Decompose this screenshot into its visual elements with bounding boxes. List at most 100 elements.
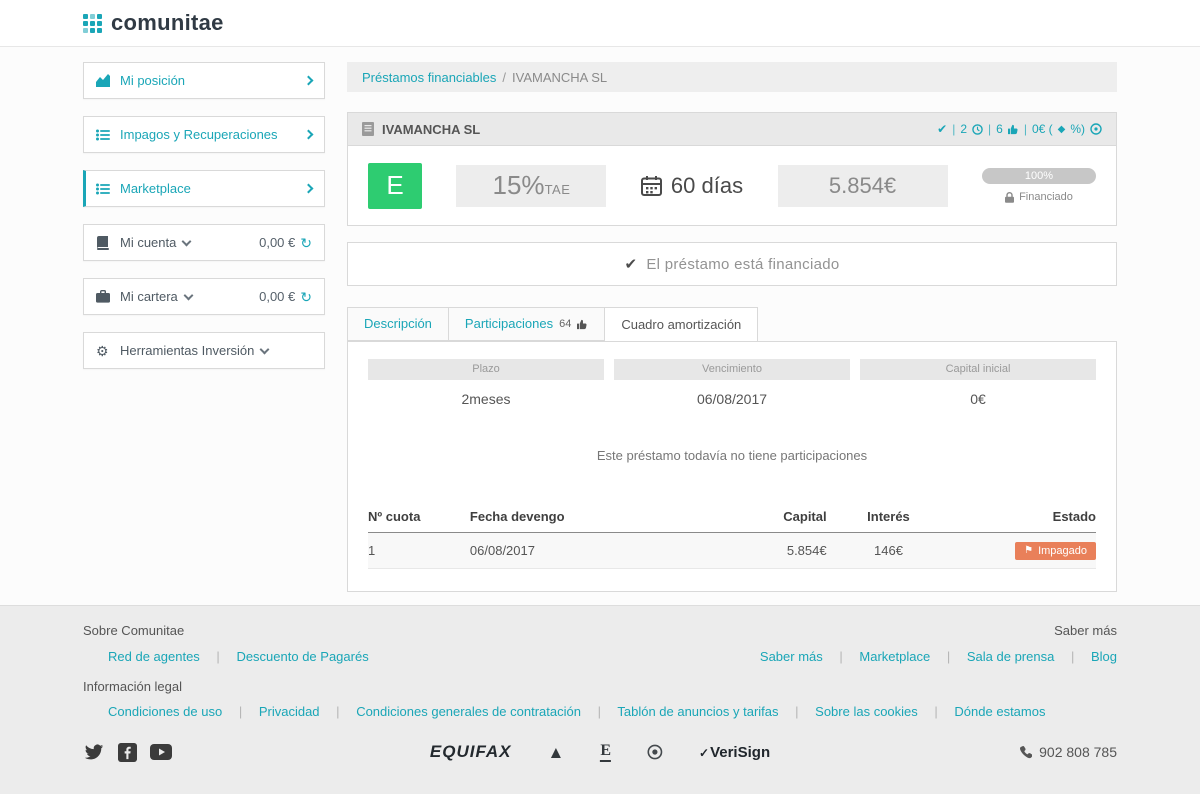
verisign-logo: ✓VeriSign [699, 744, 770, 761]
separator: | [947, 649, 950, 664]
sidebar-item-impagos[interactable]: Impagos y Recuperaciones [83, 116, 325, 153]
breadcrumb-link-prestamos[interactable]: Préstamos financiables [362, 70, 496, 85]
sidebar-item-label: Mi cuenta [120, 235, 176, 250]
footer-link-condiciones-uso[interactable]: Condiciones de uso [108, 704, 222, 719]
sidebar-item-mi-cuenta[interactable]: Mi cuenta 0,00 € ↻ [83, 224, 325, 261]
separator: | [988, 122, 991, 136]
tab-cuadro-amortizacion[interactable]: Cuadro amortización [604, 307, 758, 342]
sidebar-item-label: Impagos y Recuperaciones [120, 127, 278, 142]
refresh-icon[interactable]: ↻ [300, 236, 312, 250]
status-message: El préstamo está financiado [646, 256, 839, 273]
verisign-text: VeriSign [710, 744, 770, 761]
phone-number[interactable]: 902 808 785 [1039, 744, 1117, 760]
sidebar-item-marketplace[interactable]: Marketplace [83, 170, 325, 207]
youtube-icon[interactable] [150, 744, 172, 760]
separator: | [1024, 122, 1027, 136]
circle-seal-logo [647, 744, 663, 760]
footer-link-donde-estamos[interactable]: Dónde estamos [954, 704, 1045, 719]
e-seal-logo: E [600, 742, 611, 762]
top-bar: comunitae [0, 0, 1200, 47]
book-icon [96, 236, 113, 250]
progress-block: 100% Financiado [982, 168, 1096, 203]
chevron-right-icon [304, 76, 314, 86]
col-header-cuota: Nº cuota [368, 509, 470, 533]
sidebar-item-herramientas[interactable]: ⚙ Herramientas Inversión [83, 332, 325, 369]
breadcrumb-separator: / [502, 70, 506, 85]
twitter-icon[interactable] [83, 742, 105, 762]
loan-title-group: IVAMANCHA SL [362, 122, 480, 137]
list-icon [96, 183, 113, 195]
tab-label: Participaciones [465, 308, 553, 340]
loan-meta: ✔ | 2 | 6 | 0€ ( ◆ %) [937, 122, 1102, 136]
comunitae-logo[interactable]: comunitae [83, 10, 224, 36]
sidebar-item-label: Marketplace [120, 181, 191, 196]
social-icons [83, 742, 172, 762]
rate-box: 15% TAE [456, 165, 606, 207]
chevron-down-icon [182, 236, 192, 246]
portfolio-balance: 0,00 € [259, 289, 295, 304]
tab-descripcion[interactable]: Descripción [347, 307, 449, 341]
summary-value: 06/08/2017 [614, 391, 850, 407]
footer-link-descuento-pagares[interactable]: Descuento de Pagarés [236, 649, 368, 664]
gear-icon: ⚙ [96, 344, 113, 358]
loan-card: IVAMANCHA SL ✔ | 2 | 6 | 0€ ( ◆ [347, 112, 1117, 226]
table-row[interactable]: 1 06/08/2017 5.854€ 146€ ⚑ Impagado [368, 533, 1096, 569]
summary-value: 2meses [368, 391, 604, 407]
footer-link-sala-de-prensa[interactable]: Sala de prensa [967, 649, 1054, 664]
summary-header: Vencimiento [614, 359, 850, 380]
summary-col-vencimiento: Vencimiento 06/08/2017 [614, 359, 850, 407]
loan-header: IVAMANCHA SL ✔ | 2 | 6 | 0€ ( ◆ [348, 113, 1116, 146]
grade-badge: E [368, 163, 422, 209]
separator: | [336, 704, 339, 719]
footer-link-privacidad[interactable]: Privacidad [259, 704, 320, 719]
separator: | [239, 704, 242, 719]
participaciones-count: 64 [559, 308, 571, 340]
footer-link-red-de-agentes[interactable]: Red de agentes [108, 649, 200, 664]
tab-participaciones[interactable]: Participaciones 64 [448, 307, 605, 341]
footer-more-title: Saber más [1054, 623, 1117, 638]
col-header-fecha: Fecha devengo [470, 509, 688, 533]
logo-grid-icon [83, 14, 102, 33]
footer-link-tablon-anuncios[interactable]: Tablón de anuncios y tarifas [617, 704, 778, 719]
sidebar-item-mi-cartera[interactable]: Mi cartera 0,00 € ↻ [83, 278, 325, 315]
loan-summary: Plazo 2meses Vencimiento 06/08/2017 Capi… [368, 359, 1096, 407]
trust-seals: EQUIFAX ▲ E ✓VeriSign [430, 742, 770, 762]
cell-cuota: 1 [368, 533, 470, 569]
meta-value-2: 6 [996, 122, 1003, 136]
footer-link-marketplace[interactable]: Marketplace [859, 649, 930, 664]
no-participaciones-message: Este préstamo todavía no tiene participa… [368, 448, 1096, 463]
badge-label: Impagado [1038, 545, 1087, 557]
status-banner: ✔ El préstamo está financiado [347, 242, 1117, 286]
flag-icon: ⚑ [1024, 546, 1033, 556]
info-icon[interactable] [1090, 123, 1102, 135]
footer-link-saber-mas[interactable]: Saber más [760, 649, 823, 664]
table-header-row: Nº cuota Fecha devengo Capital Interés E… [368, 509, 1096, 533]
funded-label: Financiado [1019, 191, 1073, 203]
thumb-up-icon [577, 319, 588, 330]
breadcrumb-current: IVAMANCHA SL [512, 70, 607, 85]
phone-icon [1018, 745, 1032, 759]
equifax-logo: EQUIFAX [430, 742, 512, 762]
col-header-capital: Capital [688, 509, 826, 533]
col-header-estado: Estado [950, 509, 1096, 533]
tab-label: Cuadro amortización [621, 309, 741, 341]
brand-name: comunitae [111, 10, 224, 36]
meta-value-1: 2 [960, 122, 967, 136]
chevron-down-icon [183, 290, 193, 300]
refresh-icon[interactable]: ↻ [300, 290, 312, 304]
clock-icon [972, 124, 983, 135]
account-balance: 0,00 € [259, 235, 295, 250]
calendar-icon [641, 176, 662, 196]
summary-header: Plazo [368, 359, 604, 380]
separator: | [216, 649, 219, 664]
sidebar-item-mi-posicion[interactable]: Mi posición [83, 62, 325, 99]
sidebar-item-label: Herramientas Inversión [120, 343, 254, 358]
loan-title: IVAMANCHA SL [382, 122, 480, 137]
lock-icon [1005, 192, 1014, 203]
triangle-seal-logo: ▲ [548, 744, 565, 761]
footer-link-blog[interactable]: Blog [1091, 649, 1117, 664]
footer-link-cookies[interactable]: Sobre las cookies [815, 704, 918, 719]
facebook-icon[interactable] [118, 743, 137, 762]
footer-link-condiciones-contratacion[interactable]: Condiciones generales de contratación [356, 704, 581, 719]
cell-interes: 146€ [827, 533, 951, 569]
